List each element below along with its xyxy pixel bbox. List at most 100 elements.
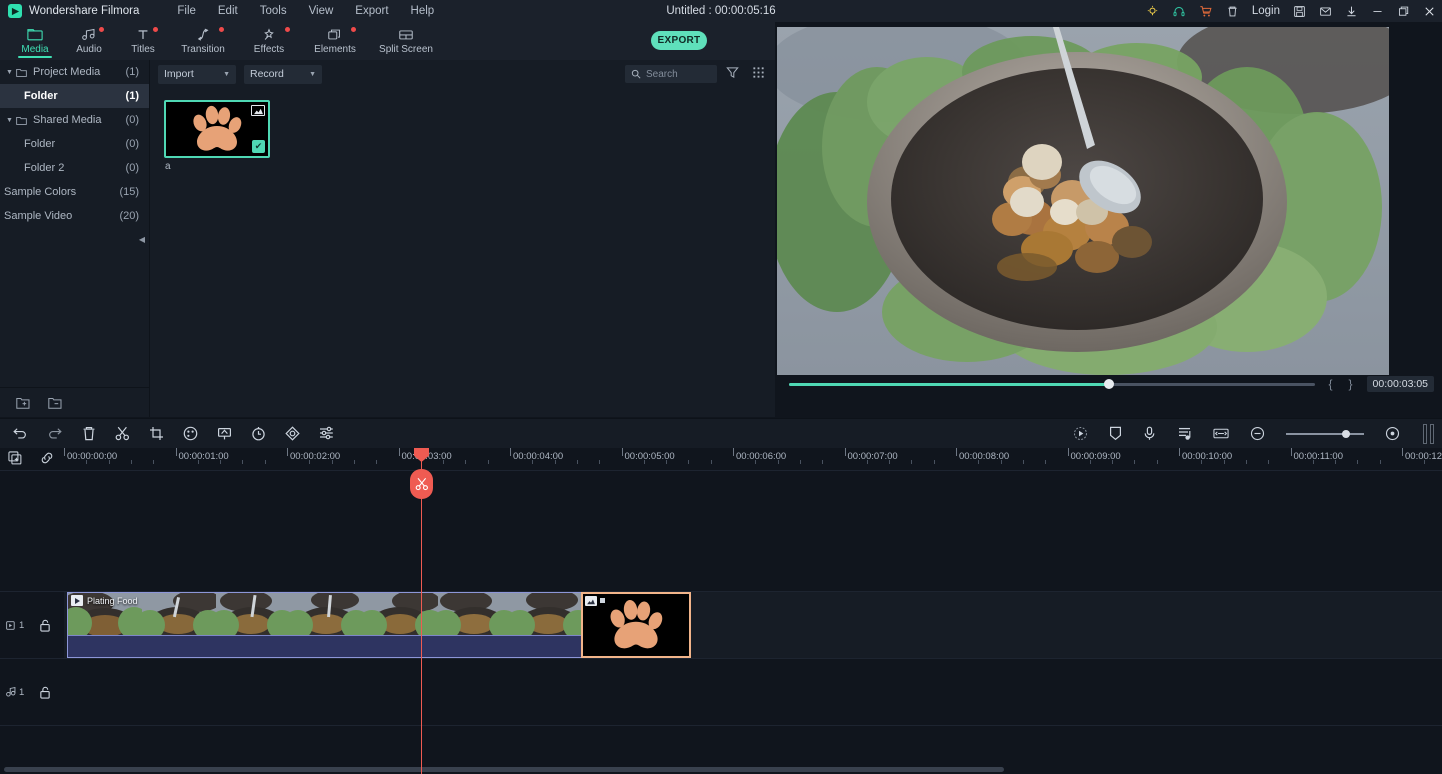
speed-clock-icon[interactable]: [251, 426, 266, 441]
app-logo-icon: [8, 4, 22, 18]
timeline-ruler[interactable]: 00:00:00:00 00:00:01:00 00:00:02:00 00:00:0…: [64, 448, 1442, 470]
render-preview-icon[interactable]: [1073, 426, 1088, 441]
delete-icon[interactable]: [82, 426, 96, 441]
tab-effects[interactable]: Effects: [236, 22, 302, 60]
adjust-sliders-icon[interactable]: [319, 426, 334, 441]
link-icon[interactable]: [40, 451, 54, 465]
effect-diamond-icon[interactable]: [285, 426, 300, 441]
titles-t-icon: [135, 28, 151, 42]
tab-split-screen[interactable]: Split Screen: [368, 22, 444, 60]
search-input[interactable]: [646, 68, 711, 80]
video-track-1[interactable]: Plating Food: [64, 592, 1442, 658]
timeline-clip-video[interactable]: Plating Food: [67, 592, 583, 658]
export-button[interactable]: EXPORT: [651, 31, 707, 50]
media-search-box[interactable]: [625, 65, 717, 83]
audio-mixer-icon[interactable]: [1177, 426, 1192, 441]
marker-icon[interactable]: [1109, 426, 1122, 441]
audio-track-1[interactable]: [64, 659, 1442, 725]
unlock-icon[interactable]: [39, 619, 51, 632]
mail-icon[interactable]: [1319, 5, 1332, 18]
redo-icon[interactable]: [47, 426, 63, 441]
sidebar-item-sample-video[interactable]: Sample Video (20): [0, 204, 149, 228]
zoom-in-icon[interactable]: [1385, 426, 1400, 441]
voiceover-mic-icon[interactable]: [1143, 426, 1156, 441]
timeline-zoom-slider[interactable]: [1286, 428, 1364, 440]
playhead-split-scissors-icon[interactable]: [410, 469, 433, 499]
preview-video-frame[interactable]: [777, 27, 1389, 375]
sidebar-item-project-media[interactable]: ▼ Project Media (1): [0, 60, 149, 84]
menu-tools[interactable]: Tools: [260, 5, 287, 17]
caret-down-icon[interactable]: ▼: [6, 117, 16, 124]
save-icon[interactable]: [1293, 5, 1306, 18]
sidebar-item-folder-2[interactable]: Folder 2 (0): [0, 156, 149, 180]
mark-in-button[interactable]: {: [1329, 377, 1333, 391]
trash-icon[interactable]: [1226, 5, 1239, 18]
menu-edit[interactable]: Edit: [218, 5, 238, 17]
timeline-clip-image[interactable]: [581, 592, 691, 658]
search-icon: [631, 69, 641, 79]
headset-icon[interactable]: [1172, 5, 1186, 18]
preview-scrubber[interactable]: [789, 379, 1315, 389]
media-item[interactable]: ✔ a: [164, 100, 270, 172]
tab-media[interactable]: Media: [8, 22, 62, 60]
menu-help[interactable]: Help: [411, 5, 435, 17]
sidebar-item-sample-colors[interactable]: Sample Colors (15): [0, 180, 149, 204]
timeline-playhead[interactable]: [410, 448, 433, 774]
zoom-slider-handle[interactable]: [1342, 429, 1350, 438]
tab-titles[interactable]: Titles: [116, 22, 170, 60]
ruler-label: 00:00:00:00: [67, 451, 118, 462]
zoom-out-icon[interactable]: [1250, 426, 1265, 441]
tab-transition[interactable]: Transition: [170, 22, 236, 60]
remove-folder-icon[interactable]: [48, 397, 62, 409]
ruler-minor-tick: [978, 460, 980, 464]
sidebar-item-shared-media[interactable]: ▼ Shared Media (0): [0, 108, 149, 132]
preview-scrub-row: { } 00:00:03:05: [775, 372, 1442, 396]
add-track-icon[interactable]: [8, 451, 22, 465]
menu-export[interactable]: Export: [355, 5, 388, 17]
mark-out-button[interactable]: }: [1349, 377, 1353, 391]
scrubber-handle[interactable]: [1104, 379, 1114, 389]
record-dropdown[interactable]: Record ▼: [244, 64, 322, 84]
color-palette-icon[interactable]: [183, 426, 198, 441]
login-button[interactable]: Login: [1252, 5, 1280, 17]
in-out-markers: { }: [1329, 377, 1353, 391]
ruler-minor-tick: [1022, 460, 1024, 464]
split-scissors-icon[interactable]: [115, 426, 130, 441]
ruler-minor-tick: [353, 460, 355, 464]
media-checked-badge[interactable]: ✔: [252, 140, 265, 153]
sidebar-item-folder[interactable]: Folder (1): [0, 84, 149, 108]
tab-elements-label: Elements: [314, 43, 356, 55]
timeline-horizontal-scrollbar[interactable]: [4, 767, 1004, 772]
fit-timeline-icon[interactable]: [1213, 427, 1229, 440]
scrubber-progress: [789, 382, 1111, 386]
menu-view[interactable]: View: [309, 5, 334, 17]
collapse-left-icon[interactable]: ◀: [137, 232, 147, 246]
download-icon[interactable]: [1345, 5, 1358, 18]
media-thumbnail[interactable]: ✔: [164, 100, 270, 158]
folder-icon: [16, 68, 27, 77]
tab-elements[interactable]: Elements: [302, 22, 368, 60]
green-screen-icon[interactable]: [217, 426, 232, 441]
undo-icon[interactable]: [12, 426, 28, 441]
menu-file[interactable]: File: [177, 5, 196, 17]
caret-down-icon[interactable]: ▼: [6, 69, 16, 76]
ruler-minor-tick: [532, 460, 534, 464]
maximize-icon[interactable]: [1397, 5, 1410, 18]
tab-audio[interactable]: Audio: [62, 22, 116, 60]
close-icon[interactable]: [1423, 5, 1436, 18]
import-dropdown[interactable]: Import ▼: [158, 64, 236, 84]
add-folder-icon[interactable]: [16, 397, 30, 409]
lightbulb-icon[interactable]: [1146, 5, 1159, 18]
panel-resize-handle-icon[interactable]: [1423, 423, 1434, 444]
ruler-minor-tick: [777, 460, 779, 464]
minimize-icon[interactable]: [1371, 5, 1384, 18]
ruler-minor-tick: [688, 460, 690, 464]
paw-print-graphic: [193, 105, 242, 151]
preview-timecode[interactable]: 00:00:03:05: [1366, 376, 1434, 392]
filter-funnel-icon[interactable]: [726, 66, 739, 79]
cart-icon[interactable]: [1199, 5, 1213, 18]
unlock-icon[interactable]: [39, 686, 51, 699]
crop-icon[interactable]: [149, 426, 164, 441]
sidebar-item-shared-folder[interactable]: Folder (0): [0, 132, 149, 156]
grid-view-icon[interactable]: [752, 66, 765, 79]
